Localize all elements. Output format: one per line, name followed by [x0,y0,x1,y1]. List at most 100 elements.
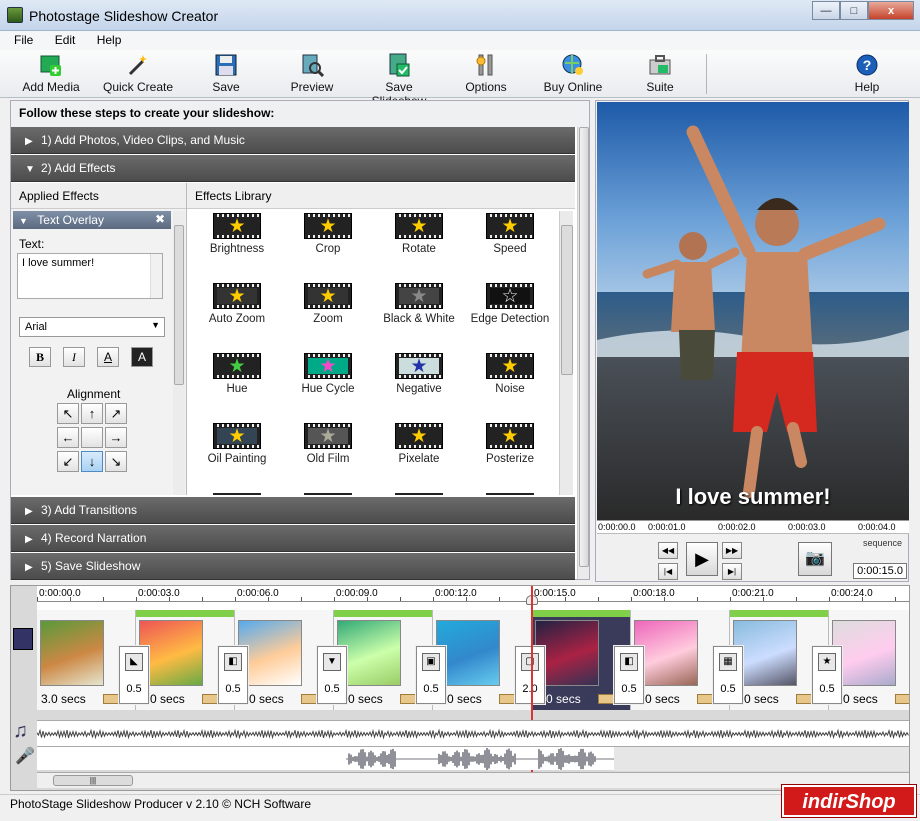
ruler-label: 0:00:24.0 [831,588,873,599]
effects-library-header: Effects Library [187,183,575,209]
menu-file[interactable]: File [14,31,33,50]
menu-edit[interactable]: Edit [55,31,76,50]
text-color-button[interactable]: A [97,347,119,367]
maximize-button[interactable]: □ [840,1,868,20]
effects-library-scrollbar[interactable] [559,211,573,495]
effect-hue[interactable]: ★ Hue [193,353,281,395]
snapshot-button[interactable]: 📷 [798,542,832,576]
applied-effects-panel: Applied Effects ▼ Text Overlay ✖ Text: I… [11,183,187,495]
effect-crop[interactable]: ★ Crop [284,213,372,255]
buy-online-button[interactable]: Buy Online [542,52,604,94]
effect-brightness[interactable]: ★ Brightness [193,213,281,255]
transition-block[interactable]: ▢ 2.0 [515,646,545,704]
step-add-transitions[interactable]: ▶ 3) Add Transitions [11,497,575,524]
help-button[interactable]: ? Help [852,52,882,94]
italic-button[interactable]: I [63,347,85,367]
effect-edge-detection[interactable]: ☆ Edge Detection [466,283,554,325]
transition-block[interactable]: ◣ 0.5 [119,646,149,704]
play-button[interactable]: ▶ [686,542,718,576]
ruler-tick [235,597,236,601]
align-top-right-button[interactable]: ↗ [105,403,127,424]
window-title: Photostage Slideshow Creator [29,8,219,24]
close-button[interactable]: x [868,1,914,20]
clip-options-icon[interactable] [895,694,909,704]
go-start-button[interactable]: |◀ [658,563,678,580]
transition-block[interactable]: ▼ 0.5 [317,646,347,704]
step-add-media[interactable]: ▶ 1) Add Photos, Video Clips, and Music [11,127,575,154]
transition-duration: 0.5 [621,683,637,695]
transition-duration: 2.0 [522,683,538,695]
step-back-button[interactable]: ◀◀ [658,542,678,559]
music-track[interactable] [36,720,909,746]
ruler-label: 0:00:15.0 [534,588,576,599]
suite-button[interactable]: Suite [642,52,678,94]
scrollbar-thumb[interactable] [174,225,184,385]
effect-black-white[interactable]: ★ Black & White [375,283,463,325]
save-button[interactable]: Save [206,52,246,94]
effect-speed[interactable]: ★ Speed [466,213,554,255]
font-select[interactable]: Arial ▼ [19,317,165,337]
scrollbar-thumb[interactable]: ||| [53,775,133,786]
effect-oil-painting[interactable]: ★ Oil Painting [193,423,281,465]
step-add-effects[interactable]: ▼ 2) Add Effects [11,155,575,182]
add-media-icon [38,52,64,78]
align-bottom-right-button[interactable]: ↘ [105,451,127,472]
align-top-button[interactable]: ↑ [81,403,103,424]
effect-hue-cycle[interactable]: ★ Hue Cycle [284,353,372,395]
overlay-text-input[interactable]: I love summer! [17,253,163,299]
textbox-scrollbar[interactable] [150,254,162,298]
transition-block[interactable]: ◧ 0.5 [614,646,644,704]
effect-posterize[interactable]: ★ Posterize [466,423,554,465]
bold-button[interactable]: B [29,347,51,367]
remove-effect-icon[interactable]: ✖ [155,212,165,226]
ruler-tick [829,597,830,601]
effect-rotate[interactable]: ★ Rotate [375,213,463,255]
effect-noise[interactable]: ★ Noise [466,353,554,395]
scrollbar-thumb[interactable] [561,225,573,375]
narration-track[interactable] [37,746,909,771]
timeline-scrollbar[interactable]: ||| [37,772,909,788]
align-center-button[interactable] [81,427,103,448]
preview-button[interactable]: Preview [288,52,336,94]
step-record-narration[interactable]: ▶ 4) Record Narration [11,525,575,552]
step-save-slideshow[interactable]: ▶ 5) Save Slideshow [11,553,575,580]
expand-arrow-icon: ▶ [25,136,33,147]
steps-scrollbar[interactable] [577,127,589,579]
effect-zoom[interactable]: ★ Zoom [284,283,372,325]
ruler-label: 0:00:06.0 [237,588,279,599]
scrollbar-thumb[interactable] [579,127,589,567]
effect-negative[interactable]: ★ Negative [375,353,463,395]
ruler-tick [796,597,797,601]
text-background-button[interactable]: A [131,347,153,367]
transition-block[interactable]: ◧ 0.5 [218,646,248,704]
go-end-button[interactable]: ▶| [722,563,742,580]
preview-ruler[interactable]: 0:00:00.0 0:00:01.0 0:00:02.0 0:00:03.0 … [597,520,909,534]
align-right-button[interactable]: → [105,427,127,448]
transition-block[interactable]: ★ 0.5 [812,646,842,704]
menu-help[interactable]: Help [97,31,122,50]
minimize-button[interactable]: — [812,1,840,20]
quick-create-button[interactable]: Quick Create [102,52,174,94]
ruler-tick [37,597,38,601]
step-forward-button[interactable]: ▶▶ [722,542,742,559]
applied-effects-scrollbar[interactable] [173,211,185,495]
transition-block[interactable]: ▣ 0.5 [416,646,446,704]
add-media-button[interactable]: Add Media [20,52,82,94]
align-bottom-left-button[interactable]: ↙ [57,451,79,472]
save-slideshow-icon [386,52,412,78]
align-top-left-button[interactable]: ↖ [57,403,79,424]
effect-old-film[interactable]: ★ Old Film [284,423,372,465]
align-bottom-button[interactable]: ↓ [81,451,103,472]
transition-block[interactable]: ▦ 0.5 [713,646,743,704]
effect-auto-zoom[interactable]: ★ Auto Zoom [193,283,281,325]
text-overlay-bar[interactable]: ▼ Text Overlay ✖ [13,211,171,229]
effect-indicator-bar [532,610,630,617]
effect-pixelate[interactable]: ★ Pixelate [375,423,463,465]
options-button[interactable]: Options [462,52,510,94]
timeline-ruler[interactable]: 0:00:00.0 0:00:03.0 0:00:06.0 0:00:09.0 0:00… [37,586,909,602]
preview-image: I love summer! [597,102,909,520]
ruler-label: 0:00:03.0 [138,588,180,599]
transition-duration: 0.5 [225,683,241,695]
effect-thumbnail-icon: ★ [213,353,261,379]
align-left-button[interactable]: ← [57,427,79,448]
